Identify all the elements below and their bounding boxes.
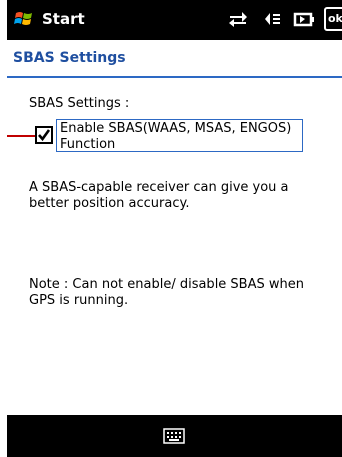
note-text: Note : Can not enable/ disable SBAS when… [29,277,304,308]
start-menu-label[interactable]: Start [42,10,85,28]
enable-sbas-label[interactable]: Enable SBAS(WAAS, MSAS, ENGOS) Function [56,119,303,152]
page-title: SBAS Settings [13,50,126,66]
enable-sbas-label-line2: Function [60,137,116,152]
section-label: SBAS Settings : [29,96,130,111]
volume-icon[interactable] [262,9,282,29]
ok-button[interactable]: ok [324,7,342,31]
annotation-pointer-line [7,135,35,137]
description-text: A SBAS-capable receiver can give you a b… [29,180,289,211]
enable-sbas-checkbox[interactable] [35,126,53,144]
status-bar: Start ok [7,0,342,40]
keyboard-icon[interactable] [163,428,185,444]
menu-bar [7,415,342,457]
title-bar: SBAS Settings [7,40,342,78]
connectivity-icon[interactable] [227,9,249,29]
checkmark-icon [38,129,51,142]
settings-content: SBAS Settings : Enable SBAS(WAAS, MSAS, … [7,80,342,415]
battery-icon[interactable] [293,9,315,29]
enable-sbas-label-line1: Enable SBAS(WAAS, MSAS, ENGOS) [60,121,292,136]
windows-flag-icon[interactable] [13,9,35,29]
device-screen: Start ok SBAS Settings SBAS Settings : E… [7,0,342,457]
